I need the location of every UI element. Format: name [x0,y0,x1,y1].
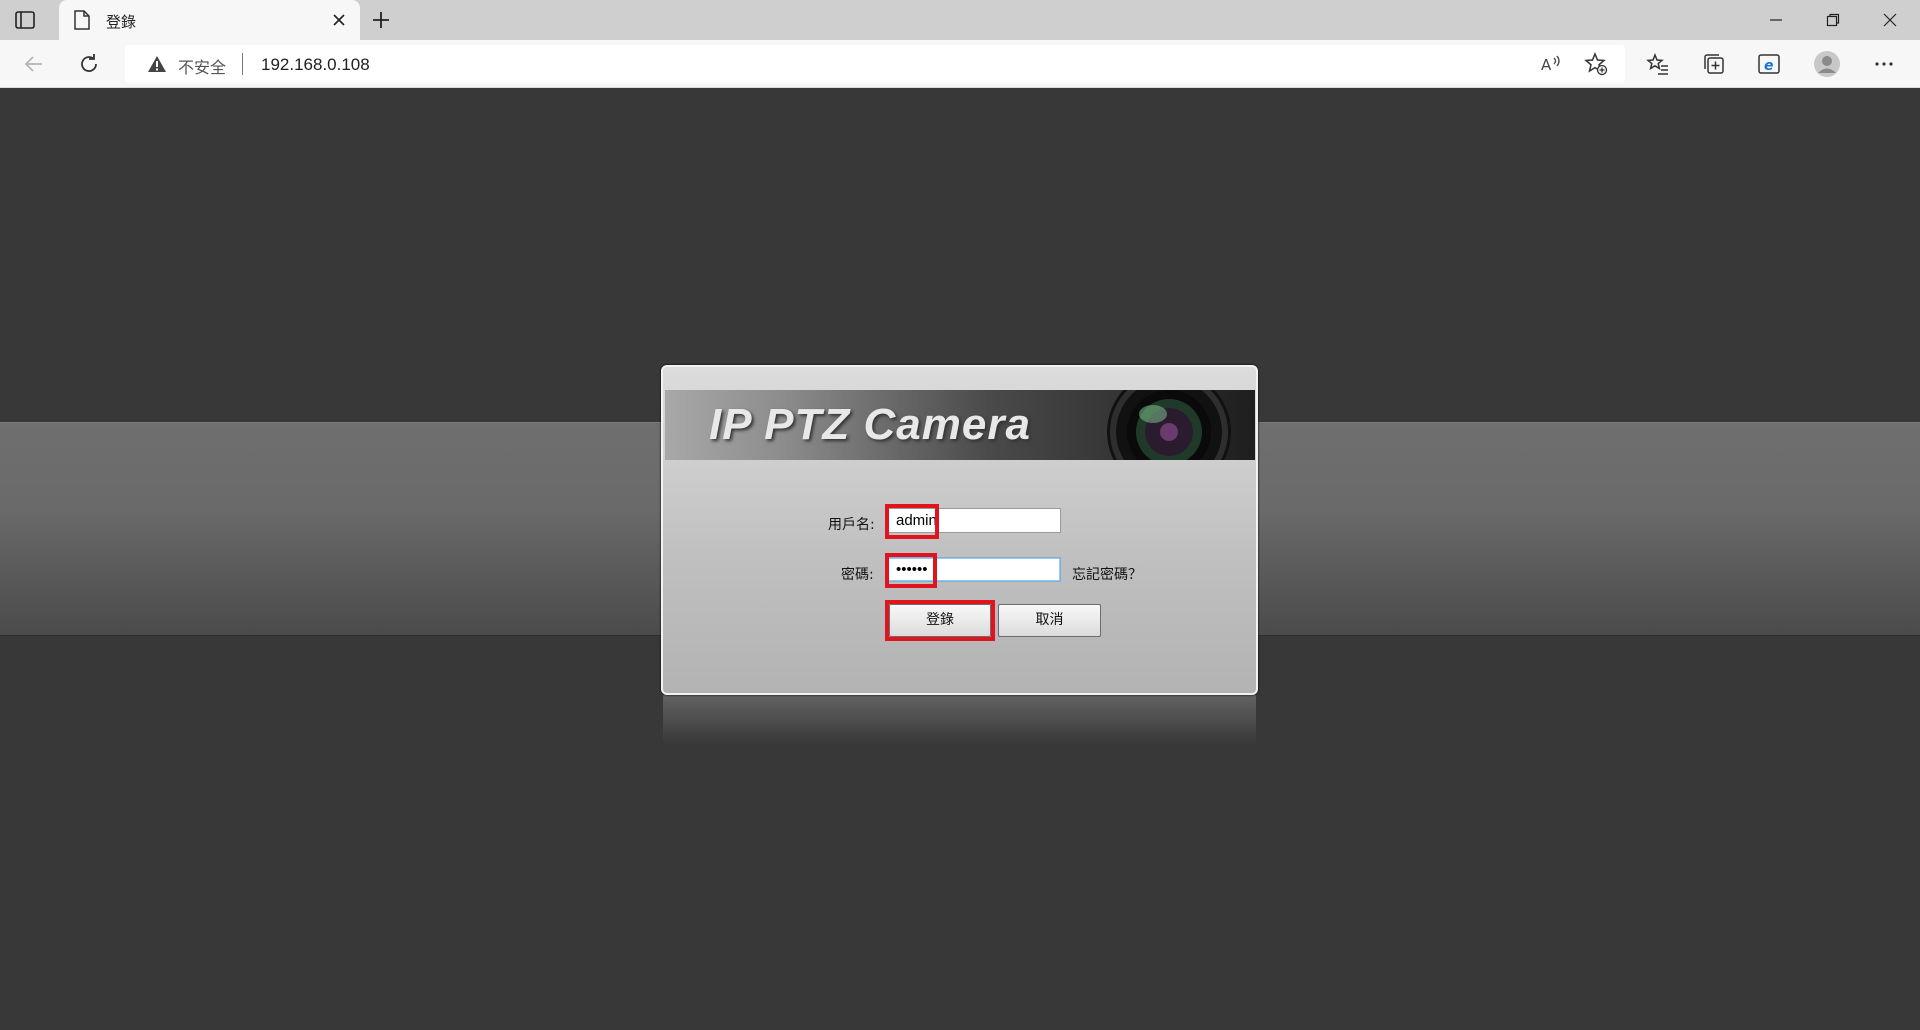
page-viewport: IP PTZ Camera 用戶名: admin 密碼: •••••• 忘記密碼… [0,89,1920,1030]
minimize-icon[interactable] [1748,0,1804,40]
refresh-icon[interactable] [77,52,101,76]
restore-icon[interactable] [1805,0,1861,40]
forgot-password-link[interactable]: 忘記密碼？ [1072,564,1142,584]
password-label: 密碼: [841,567,874,583]
profile-avatar-icon[interactable] [1813,50,1841,78]
tab-title: 登錄 [106,13,137,31]
page-icon [73,10,91,30]
more-options-icon[interactable] [1872,52,1896,76]
browser-toolbar: 不安全 192.168.0.108 A e [0,40,1920,88]
ie-mode-icon[interactable]: e [1757,52,1781,76]
warning-icon[interactable] [147,55,167,73]
login-box-reflection [663,695,1256,745]
password-input[interactable]: •••••• [887,557,1061,582]
username-input[interactable]: admin [887,508,1061,533]
url-text[interactable]: 192.168.0.108 [261,55,370,75]
window-close-icon[interactable] [1862,0,1918,40]
close-tab-icon[interactable] [330,11,348,29]
banner-title: IP PTZ Camera [709,400,1031,449]
login-button[interactable]: 登錄 [889,604,991,637]
new-tab-icon[interactable] [370,9,392,31]
username-label: 用戶名: [828,517,875,533]
camera-banner: IP PTZ Camera [665,390,1255,460]
collections-icon[interactable] [1702,52,1726,76]
svg-text:A: A [1541,56,1552,74]
security-label[interactable]: 不安全 [178,54,226,78]
tab-active[interactable]: 登錄 [59,0,360,40]
camera-lens-icon [1107,390,1231,460]
svg-text:e: e [1764,58,1774,74]
tab-actions-icon[interactable] [14,9,36,31]
add-favorite-icon[interactable] [1584,52,1608,76]
back-icon[interactable] [22,52,46,76]
tab-strip: 登錄 [0,0,1920,40]
login-dialog: IP PTZ Camera 用戶名: admin 密碼: •••••• 忘記密碼… [661,365,1258,695]
cancel-button[interactable]: 取消 [998,604,1101,637]
read-aloud-icon[interactable]: A [1539,52,1563,76]
address-divider [242,53,243,75]
address-bar[interactable]: 不安全 192.168.0.108 [125,45,1625,83]
favorites-icon[interactable] [1646,52,1670,76]
